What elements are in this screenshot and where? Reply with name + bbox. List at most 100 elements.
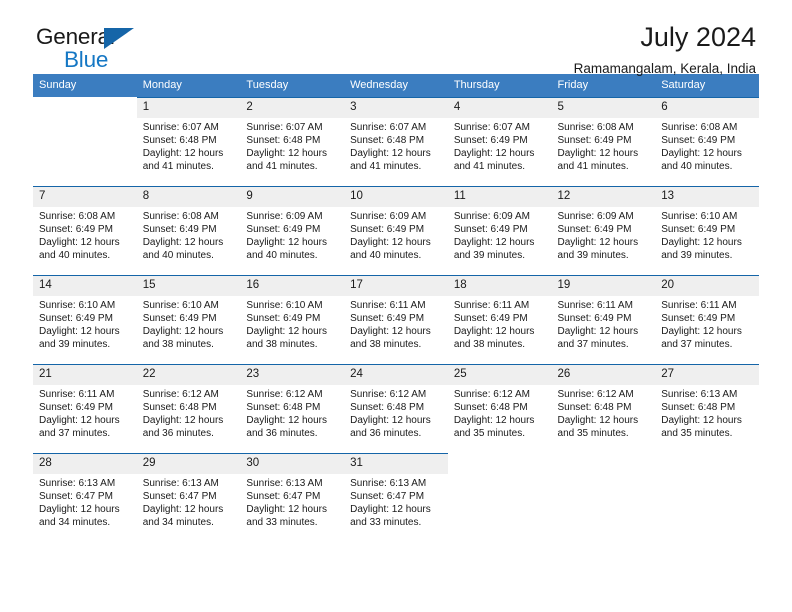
calendar-day[interactable]: 21 Sunrise: 6:11 AM Sunset: 6:49 PM Dayligh… xyxy=(33,364,137,453)
calendar-cell: 11 Sunrise: 6:09 AM Sunset: 6:49 PM Dayligh… xyxy=(447,186,552,275)
day-number: 1 xyxy=(136,98,241,118)
calendar-day[interactable]: 5 Sunrise: 6:08 AM Sunset: 6:49 PM Daylight… xyxy=(551,97,656,186)
calendar-day[interactable]: 17 Sunrise: 6:11 AM Sunset: 6:49 PM Dayligh… xyxy=(344,275,448,364)
calendar-day[interactable]: 31 Sunrise: 6:13 AM Sunset: 6:47 PM Dayligh… xyxy=(344,453,448,542)
calendar-day[interactable]: 28 Sunrise: 6:13 AM Sunset: 6:47 PM Dayligh… xyxy=(33,453,137,542)
calendar-day[interactable]: 3 Sunrise: 6:07 AM Sunset: 6:48 PM Daylight… xyxy=(344,97,448,186)
calendar-grid: Sunday Monday Tuesday Wednesday Thursday… xyxy=(33,74,759,542)
calendar-day[interactable]: 15 Sunrise: 6:10 AM Sunset: 6:49 PM Dayligh… xyxy=(136,275,241,364)
calendar-cell: 15 Sunrise: 6:10 AM Sunset: 6:49 PM Dayligh… xyxy=(136,275,241,364)
sunset-text: Sunset: 6:47 PM xyxy=(39,491,113,503)
daylight-text: Daylight: 12 hours and 39 minutes. xyxy=(39,326,120,351)
sunrise-text: Sunrise: 6:09 AM xyxy=(350,211,427,222)
calendar-cell: 6 Sunrise: 6:08 AM Sunset: 6:49 PM Daylight… xyxy=(655,97,759,186)
day-details: Sunrise: 6:12 AM Sunset: 6:48 PM Daylight:… xyxy=(240,385,344,440)
daylight-text: Daylight: 12 hours and 37 minutes. xyxy=(557,326,639,351)
calendar-day[interactable]: 2 Sunrise: 6:07 AM Sunset: 6:48 PM Daylight… xyxy=(240,97,345,186)
day-details: Sunrise: 6:13 AM Sunset: 6:48 PM Daylight:… xyxy=(655,385,759,440)
daylight-text: Daylight: 12 hours and 36 minutes. xyxy=(246,415,328,440)
day-details: Sunrise: 6:08 AM Sunset: 6:49 PM Daylight:… xyxy=(137,207,241,262)
calendar-day[interactable]: 30 Sunrise: 6:13 AM Sunset: 6:47 PM Dayligh… xyxy=(240,453,345,542)
calendar-day[interactable]: 11 Sunrise: 6:09 AM Sunset: 6:49 PM Dayligh… xyxy=(447,186,552,275)
calendar-week-row: 28 Sunrise: 6:13 AM Sunset: 6:47 PM Dayligh… xyxy=(33,453,759,542)
calendar-day[interactable]: 12 Sunrise: 6:09 AM Sunset: 6:49 PM Dayligh… xyxy=(551,186,656,275)
weekday-header-saturday: Saturday xyxy=(655,74,759,97)
sunset-text: Sunset: 6:49 PM xyxy=(453,313,528,325)
calendar-day[interactable]: 23 Sunrise: 6:12 AM Sunset: 6:48 PM Dayligh… xyxy=(240,364,345,453)
calendar-cell xyxy=(552,453,656,542)
day-details: Sunrise: 6:11 AM Sunset: 6:49 PM Daylight:… xyxy=(448,296,552,351)
sunset-text: Sunset: 6:48 PM xyxy=(246,402,321,414)
sunset-text: Sunset: 6:49 PM xyxy=(661,224,736,236)
daylight-text: Daylight: 12 hours and 37 minutes. xyxy=(661,326,742,351)
sunrise-text: Sunrise: 6:11 AM xyxy=(661,300,737,311)
day-number: 4 xyxy=(447,98,552,118)
daylight-text: Daylight: 12 hours and 38 minutes. xyxy=(246,326,328,351)
day-details: Sunrise: 6:07 AM Sunset: 6:48 PM Daylight:… xyxy=(240,118,344,173)
calendar-page: General Blue July 2024 Ramamangalam, Ker… xyxy=(0,0,792,612)
sunset-text: Sunset: 6:49 PM xyxy=(142,313,217,325)
calendar-day[interactable]: 13 Sunrise: 6:10 AM Sunset: 6:49 PM Dayligh… xyxy=(655,186,759,275)
calendar-day[interactable]: 20 Sunrise: 6:11 AM Sunset: 6:49 PM Dayligh… xyxy=(655,275,759,364)
calendar-day[interactable]: 25 Sunrise: 6:12 AM Sunset: 6:48 PM Dayligh… xyxy=(447,364,552,453)
general-blue-logo[interactable]: General Blue xyxy=(36,25,236,76)
calendar-day[interactable]: 24 Sunrise: 6:12 AM Sunset: 6:48 PM Dayligh… xyxy=(344,364,448,453)
sunrise-text: Sunrise: 6:11 AM xyxy=(557,300,633,311)
calendar-day[interactable]: 10 Sunrise: 6:09 AM Sunset: 6:49 PM Dayligh… xyxy=(344,186,448,275)
day-number: 2 xyxy=(240,98,345,118)
calendar-cell: 4 Sunrise: 6:07 AM Sunset: 6:49 PM Daylight… xyxy=(447,97,552,186)
calendar-day[interactable]: 16 Sunrise: 6:10 AM Sunset: 6:49 PM Dayligh… xyxy=(240,275,345,364)
sunset-text: Sunset: 6:47 PM xyxy=(350,491,425,503)
calendar-day[interactable]: 18 Sunrise: 6:11 AM Sunset: 6:49 PM Dayligh… xyxy=(447,275,552,364)
daylight-text: Daylight: 12 hours and 37 minutes. xyxy=(39,415,120,440)
calendar-cell: 2 Sunrise: 6:07 AM Sunset: 6:48 PM Daylight… xyxy=(240,97,345,186)
calendar-day[interactable]: 8 Sunrise: 6:08 AM Sunset: 6:49 PM Daylight… xyxy=(136,186,241,275)
calendar-week-row: 14 Sunrise: 6:10 AM Sunset: 6:49 PM Dayligh… xyxy=(33,275,759,364)
day-number: 21 xyxy=(33,365,137,385)
calendar-day[interactable]: 1 Sunrise: 6:07 AM Sunset: 6:48 PM Daylight… xyxy=(136,97,241,186)
day-details: Sunrise: 6:07 AM Sunset: 6:48 PM Daylight:… xyxy=(137,118,241,173)
daylight-text: Daylight: 12 hours and 35 minutes. xyxy=(557,415,639,440)
sunset-text: Sunset: 6:48 PM xyxy=(142,135,217,147)
calendar-day[interactable]: 26 Sunrise: 6:12 AM Sunset: 6:48 PM Dayligh… xyxy=(551,364,656,453)
day-number: 12 xyxy=(551,187,656,207)
sunset-text: Sunset: 6:49 PM xyxy=(557,224,632,236)
calendar-week-row: 21 Sunrise: 6:11 AM Sunset: 6:49 PM Dayligh… xyxy=(33,364,759,453)
calendar-day[interactable]: 7 Sunrise: 6:08 AM Sunset: 6:49 PM Daylight… xyxy=(33,186,137,275)
calendar-cell: 14 Sunrise: 6:10 AM Sunset: 6:49 PM Dayligh… xyxy=(33,275,137,364)
calendar-cell: 24 Sunrise: 6:12 AM Sunset: 6:48 PM Dayligh… xyxy=(344,364,448,453)
day-number: 23 xyxy=(240,365,345,385)
day-number: 9 xyxy=(240,187,345,207)
day-details: Sunrise: 6:08 AM Sunset: 6:49 PM Daylight:… xyxy=(33,207,137,262)
calendar-day[interactable]: 19 Sunrise: 6:11 AM Sunset: 6:49 PM Dayligh… xyxy=(551,275,656,364)
calendar-day[interactable]: 29 Sunrise: 6:13 AM Sunset: 6:47 PM Dayligh… xyxy=(136,453,241,542)
sunrise-text: Sunrise: 6:13 AM xyxy=(661,389,738,400)
sunset-text: Sunset: 6:48 PM xyxy=(557,402,632,414)
day-number: 29 xyxy=(136,454,241,474)
day-details: Sunrise: 6:07 AM Sunset: 6:49 PM Daylight:… xyxy=(448,118,552,173)
sunrise-text: Sunrise: 6:07 AM xyxy=(142,122,219,133)
weekday-header-row: Sunday Monday Tuesday Wednesday Thursday… xyxy=(33,74,759,97)
calendar-cell: 8 Sunrise: 6:08 AM Sunset: 6:49 PM Daylight… xyxy=(136,186,241,275)
day-number: 14 xyxy=(33,276,137,296)
calendar-day[interactable]: 27 Sunrise: 6:13 AM Sunset: 6:48 PM Dayligh… xyxy=(655,364,759,453)
day-details: Sunrise: 6:12 AM Sunset: 6:48 PM Daylight:… xyxy=(344,385,448,440)
sunrise-text: Sunrise: 6:10 AM xyxy=(661,211,738,222)
calendar-cell: 1 Sunrise: 6:07 AM Sunset: 6:48 PM Daylight… xyxy=(136,97,241,186)
calendar-cell: 12 Sunrise: 6:09 AM Sunset: 6:49 PM Dayligh… xyxy=(551,186,656,275)
day-details: Sunrise: 6:13 AM Sunset: 6:47 PM Daylight:… xyxy=(240,474,344,529)
sunrise-text: Sunrise: 6:08 AM xyxy=(661,122,738,133)
daylight-text: Daylight: 12 hours and 36 minutes. xyxy=(350,415,431,440)
calendar-day[interactable]: 6 Sunrise: 6:08 AM Sunset: 6:49 PM Daylight… xyxy=(655,97,759,186)
calendar-day[interactable]: 4 Sunrise: 6:07 AM Sunset: 6:49 PM Daylight… xyxy=(447,97,552,186)
daylight-text: Daylight: 12 hours and 40 minutes. xyxy=(350,237,431,262)
sunset-text: Sunset: 6:49 PM xyxy=(453,135,528,147)
sunset-text: Sunset: 6:49 PM xyxy=(661,135,736,147)
sunrise-text: Sunrise: 6:09 AM xyxy=(246,211,323,222)
day-number: 10 xyxy=(344,187,448,207)
day-details: Sunrise: 6:09 AM Sunset: 6:49 PM Daylight:… xyxy=(552,207,656,262)
calendar-day[interactable]: 22 Sunrise: 6:12 AM Sunset: 6:48 PM Dayligh… xyxy=(136,364,241,453)
calendar-day[interactable]: 14 Sunrise: 6:10 AM Sunset: 6:49 PM Dayligh… xyxy=(33,275,137,364)
daylight-text: Daylight: 12 hours and 38 minutes. xyxy=(142,326,224,351)
calendar-day[interactable]: 9 Sunrise: 6:09 AM Sunset: 6:49 PM Daylight… xyxy=(240,186,345,275)
